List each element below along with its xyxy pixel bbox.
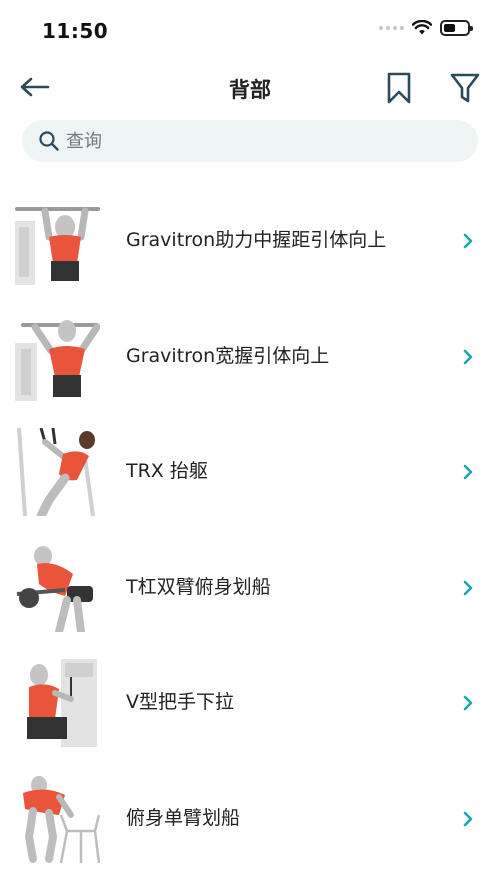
exercise-label: Gravitron助力中握距引体向上: [126, 229, 387, 251]
exercise-label: Gravitron宽握引体向上: [126, 344, 330, 367]
one-arm-row-figure-icon: [15, 775, 100, 863]
list-item[interactable]: T杠双臂俯身划船: [0, 530, 500, 646]
v-handle-pulldown-figure-icon: [15, 659, 100, 747]
bookmark-icon: [387, 72, 411, 104]
wifi-icon: [412, 20, 432, 35]
bookmark-button[interactable]: [384, 70, 414, 106]
list-item[interactable]: Gravitron助力中握距引体向上: [0, 183, 500, 299]
signal-icon: [379, 26, 404, 30]
chevron-right-icon: [463, 811, 473, 826]
exercise-label: TRX 抬躯: [126, 460, 208, 482]
search-input[interactable]: [66, 120, 456, 162]
chevron-right-icon: [463, 580, 473, 595]
search-icon: [39, 131, 59, 151]
list-item[interactable]: TRX 抬躯: [0, 414, 500, 530]
chevron-right-icon: [463, 695, 473, 711]
nav-bar: 背部: [0, 60, 500, 116]
trx-row-figure-icon: [15, 428, 100, 516]
assisted-wide-pullup-figure-icon: [15, 313, 100, 401]
exercise-label: T杠双臂俯身划船: [126, 575, 271, 598]
filter-button[interactable]: [448, 70, 482, 106]
chevron-right-icon: [463, 233, 473, 249]
battery-icon: [440, 20, 473, 36]
list-item[interactable]: Gravitron宽握引体向上: [0, 299, 500, 415]
page-title: 背部: [229, 78, 271, 102]
exercise-list: Gravitron助力中握距引体向上 Gravitron宽握引体向上 TRX 抬…: [0, 183, 500, 876]
search-bar[interactable]: [22, 120, 478, 162]
chevron-right-icon: [463, 464, 473, 480]
list-item[interactable]: 俯身单臂划船: [0, 761, 500, 877]
assisted-pullup-figure-icon: [15, 197, 100, 285]
status-bar: 11:50: [0, 0, 500, 60]
status-time: 11:50: [42, 19, 109, 43]
list-item[interactable]: V型把手下拉: [0, 645, 500, 761]
exercise-label: 俯身单臂划船: [126, 806, 241, 829]
status-icons: [379, 20, 473, 36]
filter-icon: [450, 73, 480, 103]
exercise-label: V型把手下拉: [126, 691, 234, 713]
tbar-row-figure-icon: [15, 544, 100, 632]
chevron-right-icon: [463, 349, 473, 364]
